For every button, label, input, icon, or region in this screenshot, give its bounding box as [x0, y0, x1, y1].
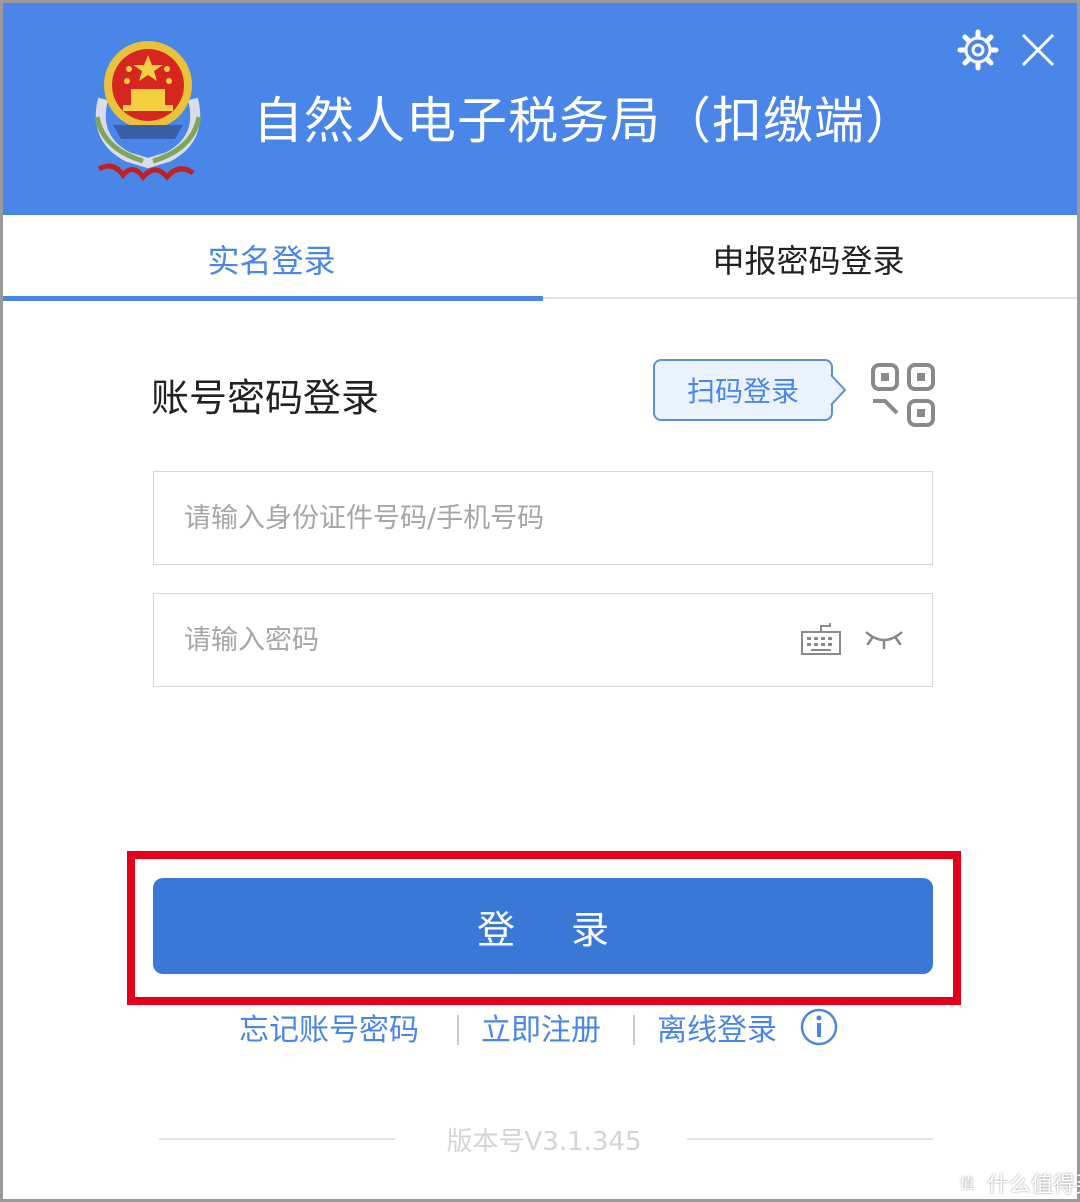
close-icon[interactable] [1015, 27, 1061, 73]
header-bar: 自然人电子税务局（扣缴端） [3, 3, 1077, 215]
id-number-input[interactable] [154, 472, 932, 564]
scan-tip-arrow-icon [830, 374, 847, 406]
eye-closed-icon[interactable] [862, 626, 906, 652]
password-field-box [153, 593, 933, 687]
forgot-password-link[interactable]: 忘记账号密码 [239, 1005, 419, 1049]
tab-realname-login[interactable]: 实名登录 [3, 215, 540, 303]
login-tabs: 实名登录 申报密码登录 [3, 215, 1077, 303]
link-separator [457, 1015, 459, 1045]
login-window: 自然人电子税务局（扣缴端） 实名登录 申报密码登录 账号密码登录 扫码登录 请输… [0, 0, 1080, 1202]
tab-active-indicator [3, 296, 543, 301]
keyboard-icon[interactable] [800, 622, 842, 656]
emblem-icon [94, 41, 202, 182]
footer-links: 忘记账号密码 立即注册 离线登录 [3, 1005, 1077, 1055]
gear-icon[interactable] [955, 27, 1001, 73]
watermark-text: 什么值得买 [987, 1173, 1080, 1198]
version-label: 版本号V3.1.345 [446, 1127, 642, 1157]
version-divider-left [159, 1138, 395, 1140]
login-button[interactable]: 登 录 [153, 878, 933, 974]
register-link[interactable]: 立即注册 [481, 1005, 601, 1049]
tab-declare-password-login[interactable]: 申报密码登录 [540, 215, 1077, 303]
id-field-box [153, 471, 933, 565]
app-title: 自然人电子税务局（扣缴端） [253, 92, 916, 150]
qr-code-icon[interactable] [869, 361, 937, 429]
version-divider-right [687, 1138, 933, 1140]
version-row: 版本号V3.1.345 [159, 1121, 933, 1157]
info-icon[interactable] [799, 1007, 839, 1047]
watermark-logo-icon: 值 [954, 1170, 980, 1196]
offline-login-link[interactable]: 离线登录 [657, 1005, 777, 1049]
link-separator [633, 1015, 635, 1045]
watermark: 值 什么值得买 [953, 1167, 1080, 1199]
svg-text:值: 值 [960, 1176, 974, 1192]
form-title: 账号密码登录 [151, 376, 380, 420]
scan-login-button[interactable]: 扫码登录 [653, 359, 833, 421]
